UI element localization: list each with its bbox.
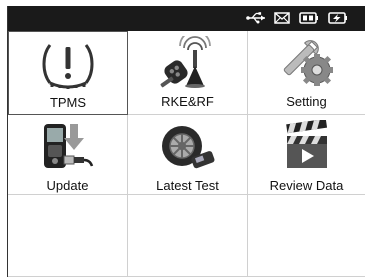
usb-icon — [246, 12, 265, 24]
mail-icon — [274, 12, 290, 24]
menu-item-update[interactable]: Update — [8, 115, 128, 195]
empty-cell — [128, 195, 248, 277]
device-screen: TPMS RKE&RF Setting Update Latest Test R… — [7, 6, 365, 277]
device-usb-update-icon — [43, 124, 93, 168]
battery-icon — [299, 12, 318, 24]
empty-cell — [8, 195, 128, 277]
charging-battery-icon — [328, 12, 347, 24]
menu-item-label: Latest Test — [156, 178, 219, 193]
menu-item-rke-rf[interactable]: RKE&RF — [128, 31, 248, 115]
menu-item-label: TPMS — [49, 95, 87, 110]
wrench-gear-icon — [283, 40, 333, 86]
tire-sensor-icon — [161, 126, 214, 169]
status-bar — [8, 6, 365, 31]
key-fob-icon — [160, 36, 211, 88]
main-menu-grid: TPMS RKE&RF Setting Update Latest Test R… — [8, 31, 365, 277]
menu-item-label: Review Data — [269, 178, 344, 193]
clapperboard-icon — [285, 120, 327, 168]
menu-item-setting[interactable]: Setting — [248, 31, 365, 115]
menu-item-review-data[interactable]: Review Data — [248, 115, 365, 195]
tpms-warning-icon — [42, 44, 94, 89]
menu-item-latest-test[interactable]: Latest Test — [128, 115, 248, 195]
menu-item-label: Update — [46, 178, 89, 193]
menu-item-tpms[interactable]: TPMS — [8, 31, 128, 115]
empty-cell — [248, 195, 365, 277]
menu-item-label: RKE&RF — [161, 94, 214, 109]
menu-item-label: Setting — [286, 94, 327, 109]
